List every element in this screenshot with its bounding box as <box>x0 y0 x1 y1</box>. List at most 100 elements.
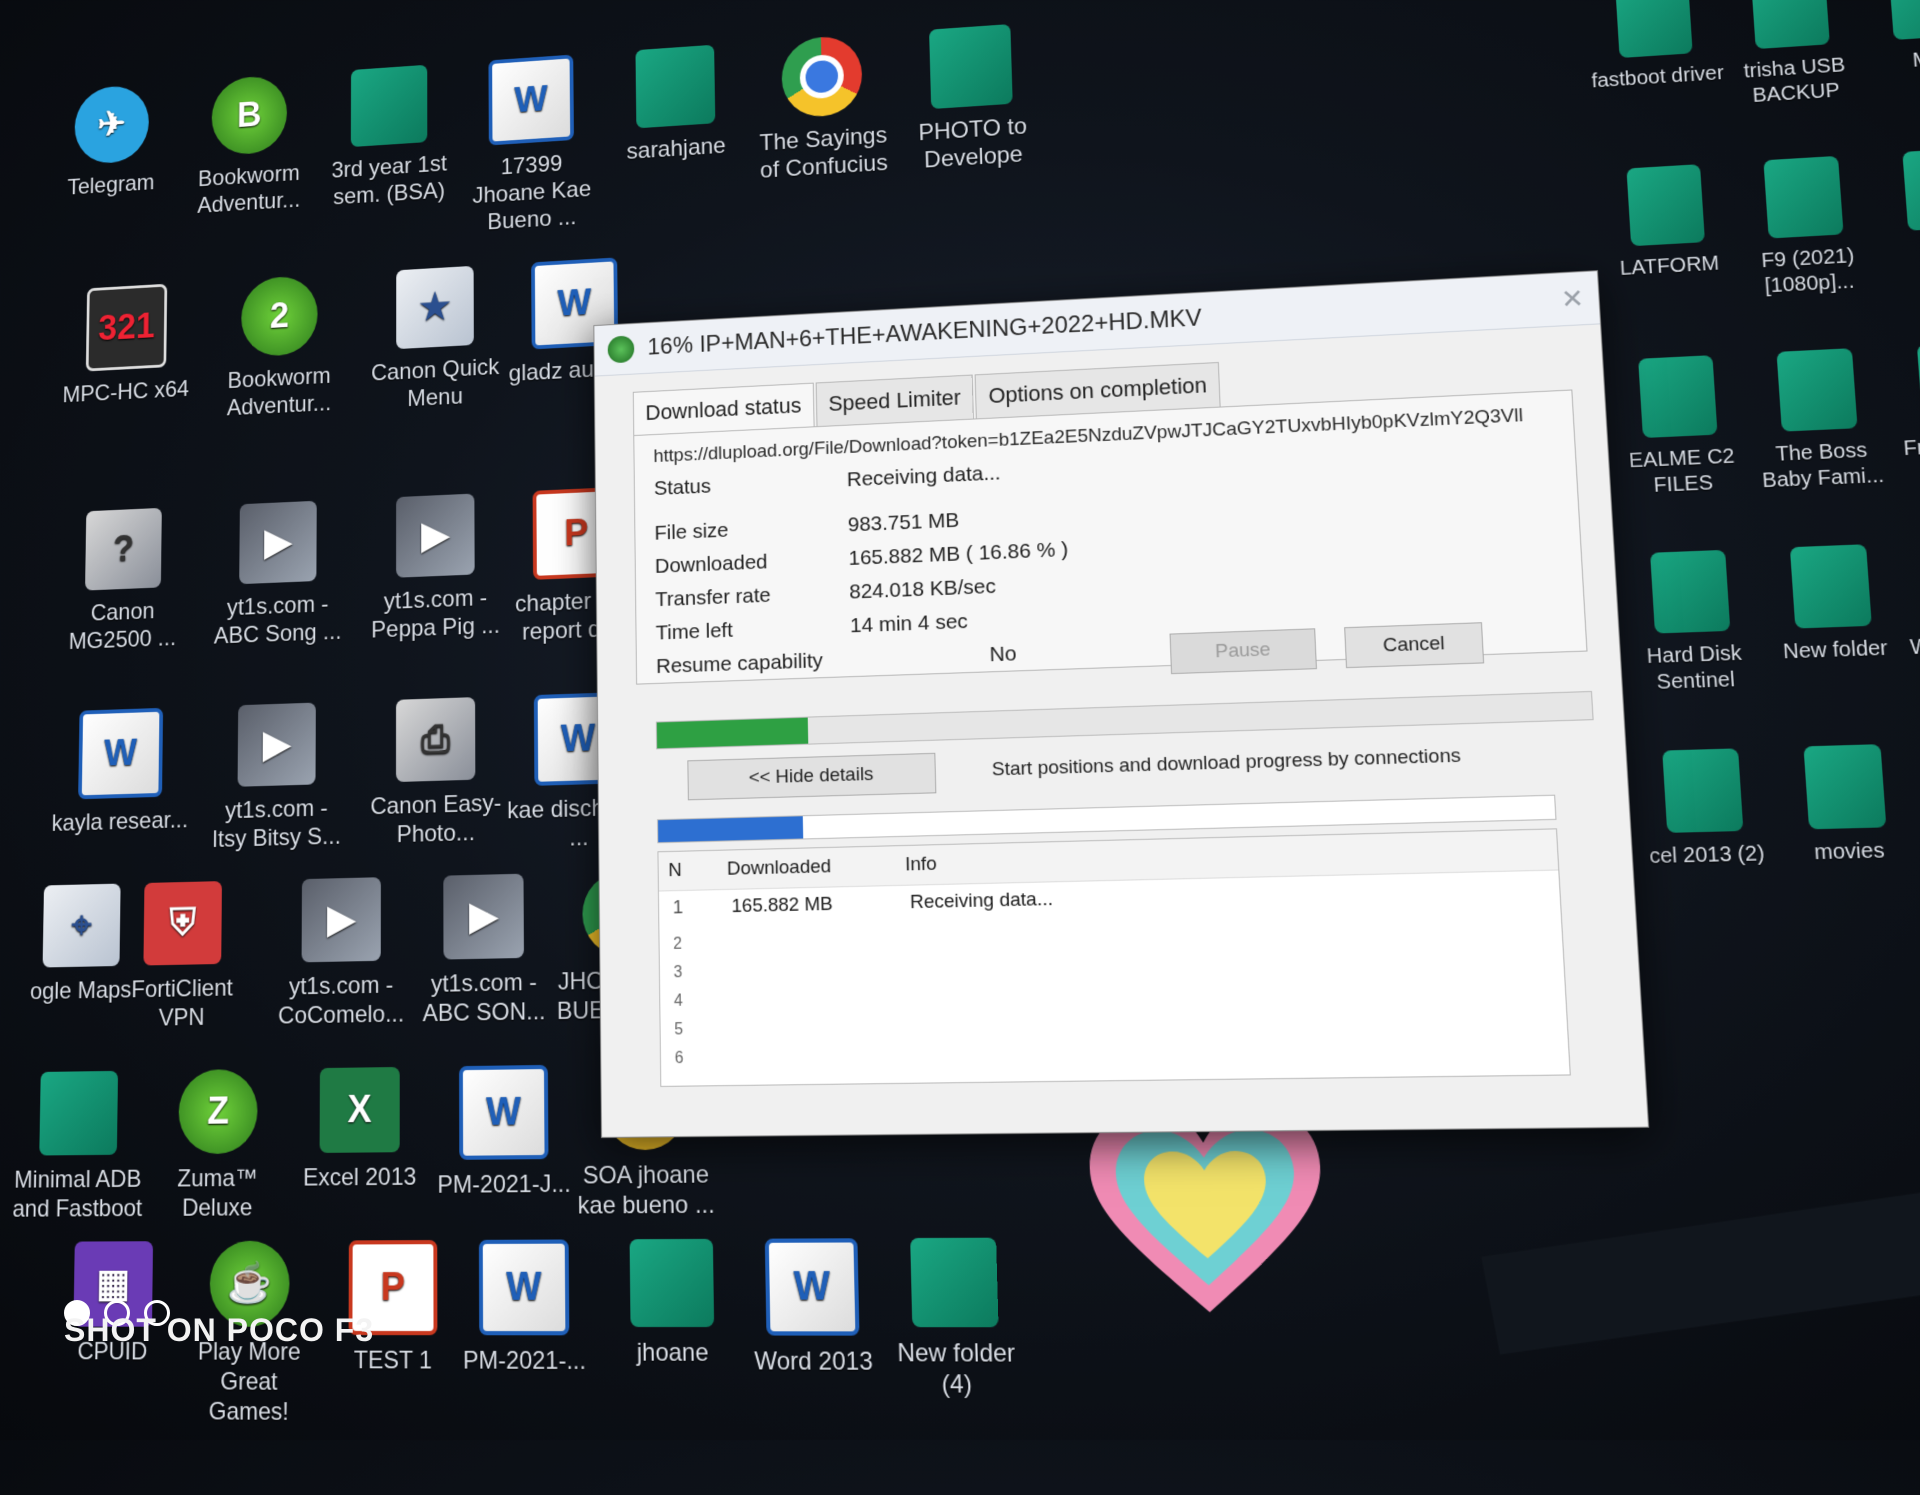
status-label: Status <box>653 474 712 500</box>
status-value: Receiving data... <box>846 461 1001 492</box>
desktop-icon-label: M G <box>1911 47 1920 72</box>
folder-icon <box>1626 164 1706 247</box>
desktop-icon[interactable]: sarahjane <box>605 43 747 167</box>
desktop-icon[interactable]: W 17399 Jhoane Kae Bueno ... <box>462 53 602 238</box>
desktop-icon[interactable]: W PM-2021-J... <box>431 1064 577 1200</box>
column-header-downloaded[interactable]: Downloaded <box>727 854 906 881</box>
folder-icon <box>929 24 1013 110</box>
desktop-icon-label: 17399 Jhoane Kae Bueno ... <box>472 150 592 236</box>
desktop-icon-label: Word 2013 <box>754 1347 874 1377</box>
row-info: Receiving data... <box>909 888 1054 914</box>
desktop-icon[interactable]: Minimal ADB and Fastboot <box>8 1070 149 1223</box>
desktop-icon[interactable]: ✈ Telegram <box>45 82 179 202</box>
time-left-value: 14 min 4 sec <box>849 609 969 638</box>
desktop-icon[interactable]: X Excel 2013 <box>288 1066 431 1193</box>
desktop-icon-label: Play More Great Games! <box>197 1337 301 1427</box>
folder-icon <box>1638 355 1718 439</box>
desktop-icon[interactable]: movies <box>1771 743 1920 867</box>
desktop-icon[interactable]: ▶ yt1s.com - Peppa Pig ... <box>365 492 506 644</box>
desktop-icon-label: The Sayings of Confucius <box>759 122 889 184</box>
column-header-n[interactable]: N <box>659 859 728 883</box>
desktop-icon[interactable]: ⛨ FortiClient VPN <box>112 880 252 1033</box>
folder-icon <box>1614 0 1693 59</box>
desktop-icon-label: yt1s.com - Peppa Pig ... <box>371 584 501 644</box>
folder-icon <box>1803 744 1887 830</box>
desktop-icon[interactable]: F9 (2021) [1080p]... <box>1732 154 1881 301</box>
desktop-icon[interactable]: ▶ yt1s.com - CoComelo... <box>270 876 412 1030</box>
desktop-icon[interactable]: M G <box>1856 0 1920 77</box>
desktop-icon[interactable]: Z Zuma™ Deluxe <box>147 1068 289 1224</box>
row-downloaded: 165.882 MB <box>731 893 833 918</box>
game-icon: Z <box>178 1068 258 1155</box>
taskbar-tray <box>1481 1167 1920 1355</box>
desktop-icon[interactable]: The Boss Baby Fami... <box>1744 347 1894 495</box>
folder-icon <box>1888 0 1920 41</box>
desktop-icon-label: TEST 1 <box>353 1346 433 1375</box>
folder-icon <box>635 44 716 129</box>
desktop-icon-label: Warcra III.exe <box>1909 631 1920 660</box>
desktop-icon[interactable]: 321 MPC-HC x64 <box>59 282 194 409</box>
folder-icon <box>1662 748 1744 833</box>
desktop-icon[interactable]: EALME C2 FILES <box>1606 354 1753 501</box>
folder-icon <box>39 1070 119 1156</box>
desktop-icon[interactable]: B Bookworm Adventur... <box>181 72 316 220</box>
printer-icon: ⎙ <box>396 697 476 783</box>
desktop-icon[interactable]: ▶ yt1s.com - ABC SON... <box>412 873 556 1029</box>
desktop-icon[interactable]: New folder (4) <box>877 1237 1035 1401</box>
desktop-icon[interactable]: ★ Canon Quick Menu <box>366 264 505 415</box>
video-icon: ▶ <box>301 877 381 963</box>
desktop-icon-label: yt1s.com - Itsy Bitsy S... <box>211 794 341 853</box>
word-icon: W <box>488 54 574 146</box>
desktop-icon-label: yt1s.com - CoComelo... <box>278 971 405 1030</box>
desktop-icon[interactable]: ▶ yt1s.com - Itsy Bitsy S... <box>206 702 346 855</box>
word-icon: W <box>78 707 164 800</box>
telegram-icon: ✈ <box>74 84 150 166</box>
desktop-icon-label: sarahjane <box>626 132 727 165</box>
desktop-icon[interactable]: IMG_ <box>1870 146 1920 269</box>
desktop-icon-label: Canon Quick Menu <box>370 353 500 412</box>
desktop-icon[interactable]: trisha USB BACKUP <box>1719 0 1866 111</box>
row-number: 1 <box>672 897 684 919</box>
pause-button[interactable]: Pause <box>1169 628 1317 675</box>
cancel-button[interactable]: Cancel <box>1344 622 1485 669</box>
column-header-info[interactable]: Info <box>905 838 1558 877</box>
desktop-icon[interactable]: cel 2013 (2) <box>1630 747 1779 870</box>
connection-progress-fill <box>658 816 804 843</box>
row-number: 2 <box>673 935 683 953</box>
desktop-icon[interactable]: 2 Bookworm Adventur... <box>211 273 348 423</box>
desktop-icon-label: PHOTO to Develope <box>918 113 1028 174</box>
desktop-icon-label: New folder <box>1782 636 1889 664</box>
hide-details-button[interactable]: << Hide details <box>687 752 937 801</box>
desktop-icon[interactable]: ? Canon MG2500 ... <box>54 506 191 656</box>
desktop-icon[interactable]: jhoane <box>597 1238 748 1369</box>
desktop-icon[interactable]: LATFORM <box>1595 162 1739 283</box>
downloaded-label: Downloaded <box>654 550 768 578</box>
game-icon: B <box>211 74 288 157</box>
video-icon: ▶ <box>239 500 317 585</box>
desktop-icon[interactable]: fastboot driver <box>1584 0 1727 94</box>
desktop-icon-label: Canon Easy-Photo... <box>370 789 502 849</box>
desktop-icon-label: Bookworm Adventur... <box>197 160 301 219</box>
desktop-icon-label: trisha USB BACKUP <box>1743 54 1846 107</box>
desktop-icon[interactable]: P TEST 1 <box>321 1240 466 1376</box>
desktop-icon[interactable]: PHOTO to Develope <box>897 22 1047 176</box>
desktop-icon[interactable]: Hard Disk Sentinel <box>1618 549 1767 698</box>
transfer-rate-label: Transfer rate <box>655 583 771 612</box>
desktop-icon[interactable]: W PM-2021-... <box>451 1239 599 1376</box>
connections-label: Start positions and download progress by… <box>991 745 1462 781</box>
downloaded-value: 165.882 MB ( 16.86 % ) <box>848 538 1069 570</box>
game-icon: 2 <box>241 274 318 358</box>
desktop-icon-label: The Boss Baby Fami... <box>1761 439 1885 493</box>
tab-speed-limiter[interactable]: Speed Limiter <box>815 374 975 427</box>
desktop-icon-label: Bookworm Adventur... <box>226 363 332 421</box>
desktop-icon[interactable]: Wkayla resear... <box>51 707 189 838</box>
desktop-icon[interactable]: W Word 2013 <box>736 1238 890 1377</box>
desktop-icon[interactable]: ▶ yt1s.com - ABC Song ... <box>208 499 347 650</box>
folder-icon <box>1776 348 1858 432</box>
desktop-icon[interactable]: ⎙ Canon Easy-Photo... <box>365 696 507 850</box>
close-icon[interactable]: ✕ <box>1560 283 1585 315</box>
desktop-icon[interactable]: New folder <box>1757 543 1907 666</box>
desktop-icon[interactable]: 3rd year 1st sem. (BSA) <box>321 63 458 212</box>
desktop-icon[interactable]: The Sayings of Confucius <box>750 32 896 185</box>
app-icon: ★ <box>396 265 474 350</box>
